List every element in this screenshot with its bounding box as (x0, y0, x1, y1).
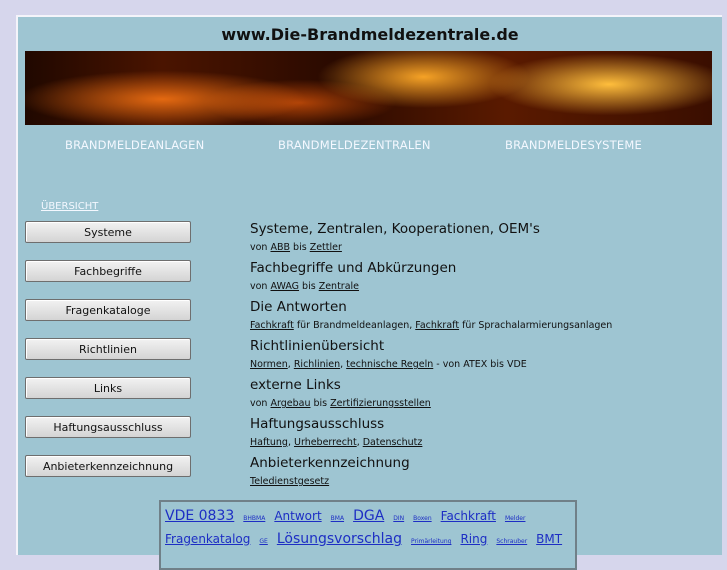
section-subtitle: Teledienstgesetz (250, 472, 710, 494)
section-link[interactable]: Urheberrecht (294, 437, 357, 448)
tag-link[interactable]: GE (259, 538, 267, 545)
menu-button-systeme[interactable]: Systeme (25, 221, 191, 243)
section-title: Anbieterkennzeichnung (250, 455, 410, 471)
tag-link[interactable]: Schrauber (496, 538, 527, 545)
section-title: Haftungsausschluss (250, 416, 385, 432)
tag-link[interactable]: Boxen (413, 515, 431, 522)
section-subtitle: von AWAG bis Zentrale (250, 277, 710, 299)
fire-banner-image (25, 51, 712, 125)
nav-brandmeldezentralen[interactable]: BRANDMELDEZENTRALEN (278, 138, 431, 152)
section-title: Fachbegriffe und Abkürzungen (250, 260, 457, 276)
tag-link[interactable]: Fragenkatalog (165, 532, 250, 546)
tag-link[interactable]: Melder (505, 515, 526, 522)
menu-button-haftungsausschluss[interactable]: Haftungsausschluss (25, 416, 191, 438)
section-text: für Brandmeldeanlagen, (293, 320, 416, 331)
section-text: für Sprachalarmierungsanlagen (459, 320, 613, 331)
menu-button-fragenkataloge[interactable]: Fragenkataloge (25, 299, 191, 321)
section-link[interactable]: Haftung (250, 437, 288, 448)
section-link[interactable]: Fachkraft (250, 320, 294, 331)
section-text: - von ATEX bis VDE (433, 359, 527, 370)
section-title: externe Links (250, 377, 341, 393)
section-text: bis (290, 242, 310, 253)
tag-link[interactable]: Ring (460, 532, 487, 546)
section-text: von (250, 242, 271, 253)
section-text: von (250, 398, 271, 409)
menu-button-links[interactable]: Links (25, 377, 191, 399)
section-link[interactable]: Normen (250, 359, 288, 370)
menu-button-fachbegriffe[interactable]: Fachbegriffe (25, 260, 191, 282)
section-link[interactable]: ABB (270, 242, 290, 253)
tag-link[interactable]: Primärleitung (411, 538, 451, 545)
page-container: www.Die-Brandmeldezentrale.de BRANDMELDE… (16, 15, 722, 570)
nav-brandmeldesysteme[interactable]: BRANDMELDESYSTEME (505, 138, 642, 152)
overview-link[interactable]: ÜBERSICHT (41, 201, 98, 212)
tag-link[interactable]: Fachkraft (441, 509, 496, 523)
tag-cloud-line: Fragenkatalog GE Lösungsvorschlag Primärlei… (165, 529, 571, 552)
section-title: Die Antworten (250, 299, 347, 315)
section-link[interactable]: Argebau (270, 398, 310, 409)
section-subtitle: Normen, Richlinien, technische Regeln - … (250, 355, 710, 377)
section-title: Systeme, Zentralen, Kooperationen, OEM's (250, 221, 540, 237)
section-text: bis (299, 281, 319, 292)
tag-link[interactable]: Antwort (274, 509, 321, 523)
section-subtitle: von ABB bis Zettler (250, 238, 710, 260)
tag-cloud: VDE 0833 BHBMA Antwort BMA DGA DIN Boxen Fachkr… (159, 500, 577, 570)
nav-brandmeldeanlagen[interactable]: BRANDMELDEANLAGEN (65, 138, 204, 152)
section-text: von (250, 281, 271, 292)
section-link[interactable]: AWAG (270, 281, 299, 292)
tag-link[interactable]: DGA (353, 508, 384, 524)
section-subtitle: von Argebau bis Zertifizierungsstellen (250, 394, 710, 416)
section-title: Richtlinienübersicht (250, 338, 385, 354)
section-link[interactable]: technische Regeln (346, 359, 433, 370)
tag-link[interactable]: BMT (536, 532, 562, 546)
tag-cloud-line: VDE 0833 BHBMA Antwort BMA DGA DIN Boxen Fachkr… (165, 506, 571, 529)
section-subtitle: Fachkraft für Brandmeldeanlagen, Fachkra… (250, 316, 710, 338)
tag-link[interactable]: VDE 0833 (165, 508, 234, 524)
tag-link[interactable]: BMA (331, 515, 344, 522)
section-link[interactable]: Richlinien (294, 359, 340, 370)
section-link[interactable]: Datenschutz (363, 437, 423, 448)
section-subtitle: Haftung, Urheberrecht, Datenschutz (250, 433, 710, 455)
menu-button-richtlinien[interactable]: Richtlinien (25, 338, 191, 360)
menu-button-anbieterkennzeichnung[interactable]: Anbieterkennzeichnung (25, 455, 191, 477)
section-link[interactable]: Zentrale (319, 281, 359, 292)
section-text: bis (310, 398, 331, 409)
tag-link[interactable]: BHBMA (243, 515, 265, 522)
tag-link[interactable]: DIN (393, 515, 404, 522)
section-link[interactable]: Zertifizierungsstellen (330, 398, 431, 409)
section-link[interactable]: Teledienstgesetz (250, 476, 329, 487)
site-title: www.Die-Brandmeldezentrale.de (221, 25, 519, 44)
content-sections: Systeme, Zentralen, Kooperationen, OEM's… (250, 221, 710, 494)
section-link[interactable]: Zettler (310, 242, 342, 253)
section-link[interactable]: Fachkraft (415, 320, 459, 331)
